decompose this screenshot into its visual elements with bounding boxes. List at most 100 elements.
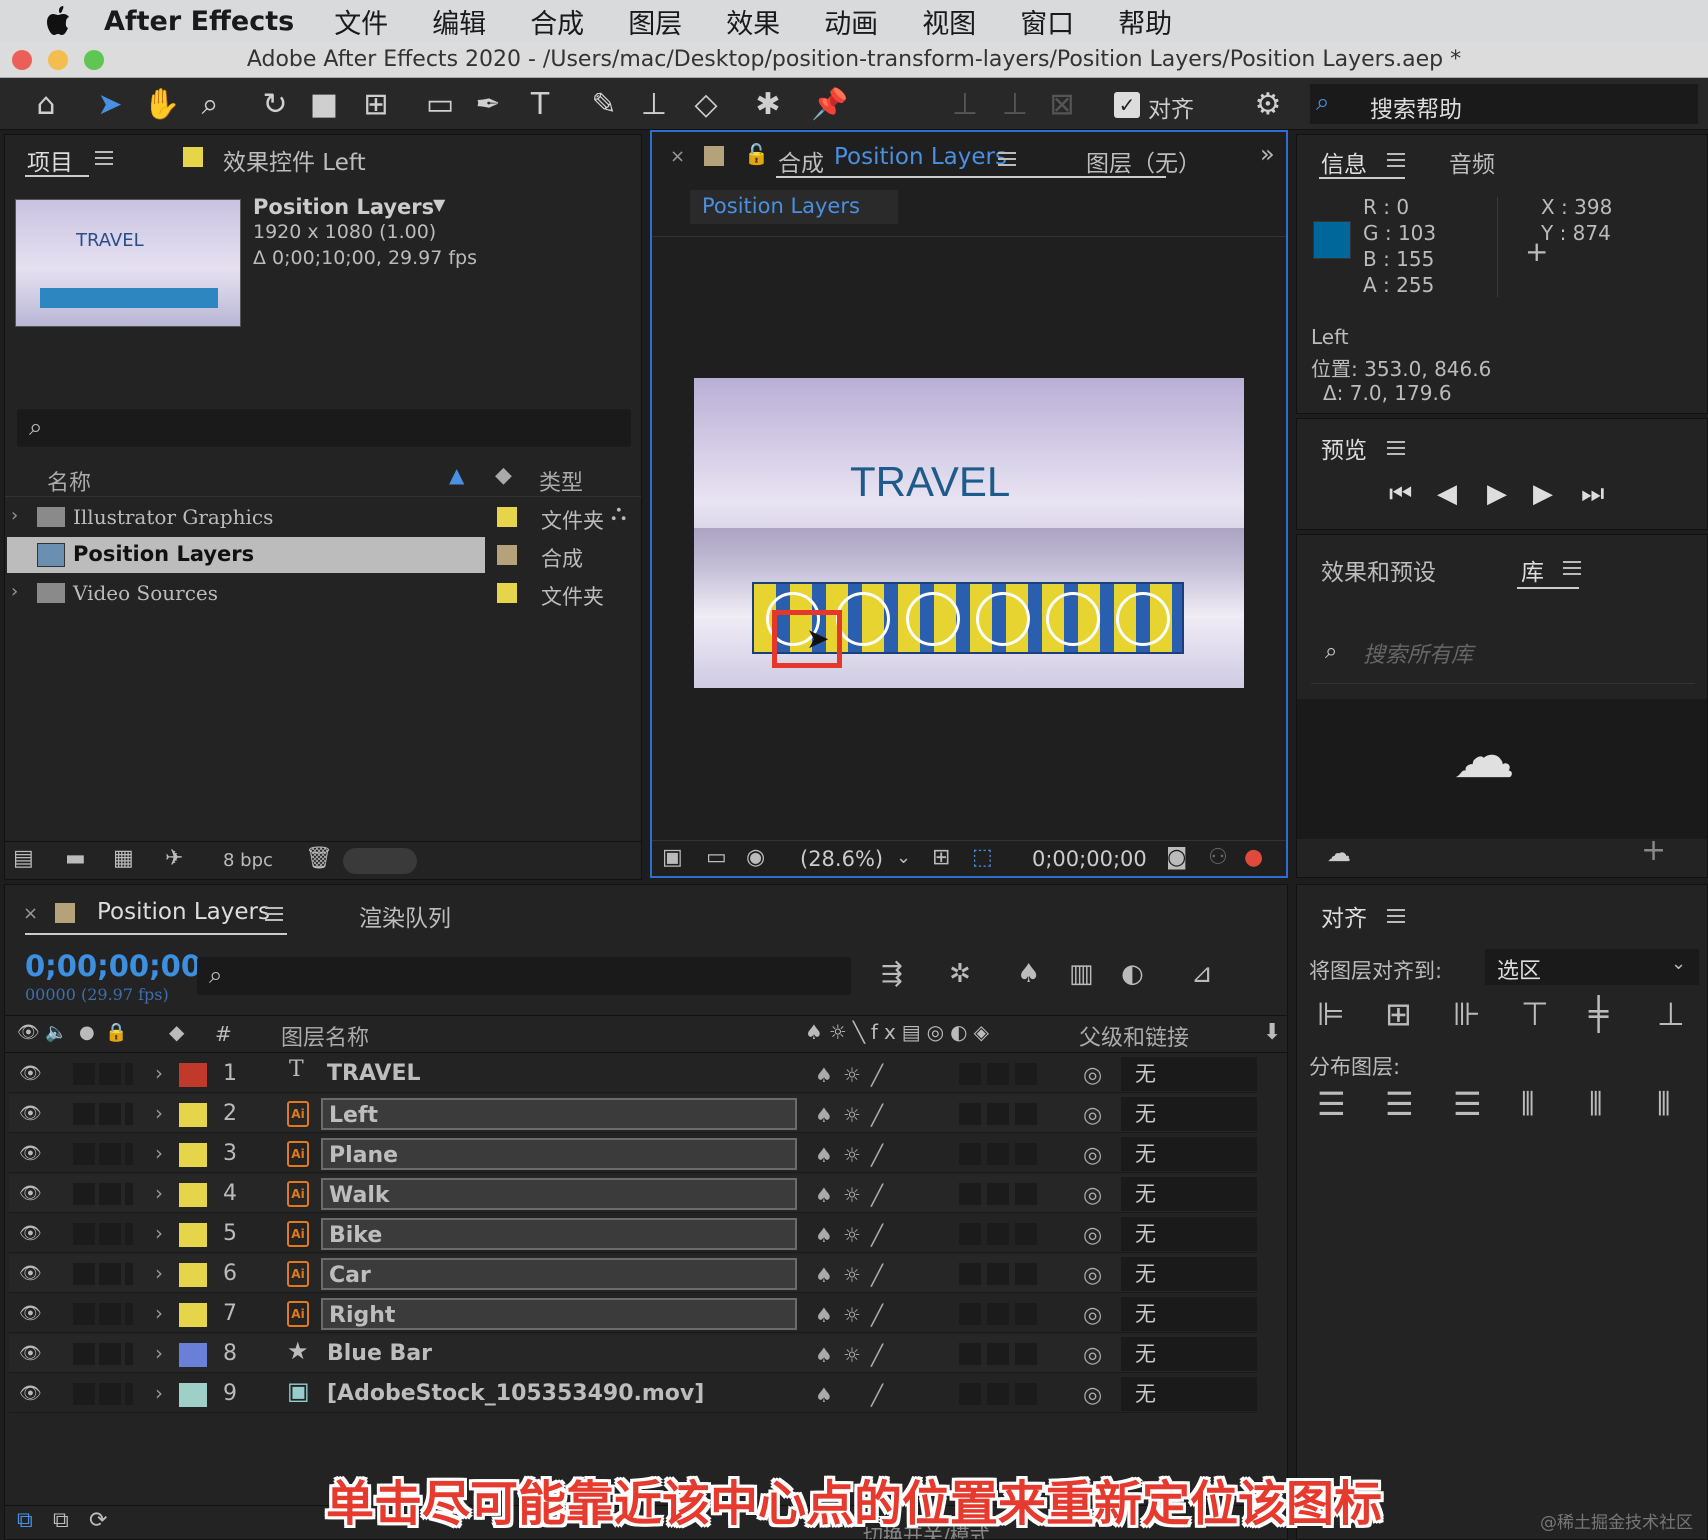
lock-icon[interactable]: 🔓 <box>744 142 769 166</box>
list-item[interactable]: › Video Sources 文件夹 <box>5 575 641 611</box>
label-swatch[interactable] <box>179 1223 207 1247</box>
collapse-switch-icon[interactable]: ☼ <box>843 1223 861 1247</box>
clone-stamp-tool-icon[interactable]: ⊥ <box>634 84 674 124</box>
menu-composition[interactable]: 合成 <box>530 2 584 41</box>
label-swatch[interactable] <box>179 1063 207 1087</box>
distribute-horizontal-center-icon[interactable]: ⫴ <box>1589 1085 1602 1124</box>
switch-cell[interactable] <box>1015 1223 1037 1245</box>
audio-toggle[interactable] <box>73 1223 95 1245</box>
switch-cell[interactable] <box>987 1383 1009 1405</box>
chevron-right-icon[interactable]: › <box>155 1301 163 1325</box>
switch-cell[interactable] <box>959 1143 981 1165</box>
table-row[interactable]: 👁 › 4 Ai Walk ♠ ☼ ╱ ◎ 无 <box>9 1175 1257 1213</box>
table-row[interactable]: 👁 › 1 T TRAVEL ♠ ☼ ╱ ◎ 无 <box>9 1055 1257 1093</box>
eye-icon[interactable]: 👁 <box>19 1343 45 1364</box>
eye-icon[interactable]: 👁 <box>19 1063 45 1084</box>
mask-visibility-icon[interactable]: ◉ <box>746 845 765 870</box>
distribute-top-icon[interactable]: ☰ <box>1317 1085 1346 1123</box>
eye-icon[interactable]: 👁 <box>19 1303 45 1324</box>
speaker-icon[interactable]: 🔈 <box>45 1022 67 1043</box>
close-icon[interactable]: × <box>23 903 38 924</box>
close-icon[interactable]: × <box>670 146 685 167</box>
tab-preview[interactable]: 预览 <box>1321 431 1367 465</box>
switch-cell[interactable] <box>1015 1343 1037 1365</box>
switch-cell[interactable] <box>959 1183 981 1205</box>
col-parent[interactable]: 父级和链接 <box>1079 1020 1189 1052</box>
label-swatch[interactable] <box>179 1263 207 1287</box>
shy-switch-icon[interactable]: ♠ <box>815 1103 833 1127</box>
rotate-tool-icon[interactable]: ↻ <box>255 84 295 124</box>
switch-cell[interactable] <box>987 1223 1009 1245</box>
plane-icon[interactable] <box>836 592 890 646</box>
flowchart-icon[interactable]: ✈ <box>165 846 183 871</box>
tab-layer[interactable]: 图层（无） <box>1086 144 1201 178</box>
switch-cell[interactable] <box>959 1303 981 1325</box>
parent-dropdown[interactable]: 无 <box>1121 1057 1257 1091</box>
tab-info[interactable]: 信息 <box>1321 145 1367 179</box>
align-right-icon[interactable]: ⊪ <box>1453 995 1481 1033</box>
audio-toggle[interactable] <box>73 1383 95 1405</box>
always-preview-icon[interactable]: ▣ <box>662 845 683 870</box>
audio-toggle[interactable] <box>73 1063 95 1085</box>
layer-name[interactable]: TRAVEL <box>321 1058 797 1090</box>
parent-dropdown[interactable]: 无 <box>1121 1297 1257 1331</box>
double-chevron-right-icon[interactable]: » <box>1260 140 1275 168</box>
chevron-right-icon[interactable]: › <box>11 505 18 526</box>
list-item[interactable]: › Illustrator Graphics 文件夹 ⛬ <box>5 499 641 535</box>
audio-toggle[interactable] <box>73 1343 95 1365</box>
switch-cell[interactable] <box>959 1263 981 1285</box>
shy-switch-icon[interactable]: ♠ <box>815 1303 833 1327</box>
list-item[interactable]: Position Layers 合成 <box>5 537 641 573</box>
menu-help[interactable]: 帮助 <box>1118 2 1172 41</box>
composition-canvas[interactable]: TRAVEL ➤ <box>694 378 1244 688</box>
chevron-down-icon[interactable]: ⌄ <box>896 847 911 868</box>
label-swatch[interactable] <box>179 1143 207 1167</box>
align-left-icon[interactable]: ⊫ <box>1317 995 1345 1033</box>
lock-toggle[interactable] <box>125 1183 133 1205</box>
tab-render-queue[interactable]: 渲染队列 <box>359 899 451 933</box>
solo-toggle[interactable] <box>99 1303 121 1325</box>
eye-icon[interactable]: 👁 <box>19 1223 45 1244</box>
graph-editor-icon[interactable]: ⊿ <box>1191 959 1213 989</box>
layer-name[interactable]: Right <box>321 1298 797 1330</box>
lock-toggle[interactable] <box>125 1343 133 1365</box>
pick-whip-icon[interactable]: ◎ <box>1083 1063 1102 1088</box>
table-row[interactable]: 👁 › 9 ▣ [AdobeStock_105353490.mov] ♠ ╱ ◎ 无 <box>9 1375 1257 1413</box>
eye-icon[interactable]: 👁 <box>17 1022 40 1043</box>
close-window-button[interactable] <box>12 50 32 70</box>
table-row[interactable]: 👁 › 8 ★ Blue Bar ♠ ☼ ╱ ◎ 无 <box>9 1335 1257 1373</box>
tab-composition[interactable]: Position Layers <box>834 144 1007 170</box>
label-swatch[interactable] <box>179 1183 207 1207</box>
chevron-down-icon[interactable]: ▼ <box>433 195 445 214</box>
collapse-switch-icon[interactable]: ☼ <box>843 1063 861 1087</box>
align-horizontal-center-icon[interactable]: ⊞ <box>1385 995 1412 1033</box>
menu-layer[interactable]: 图层 <box>628 2 682 41</box>
snapshot-icon[interactable]: ⚇ <box>1208 845 1228 870</box>
type-tool-icon[interactable]: T <box>520 84 560 124</box>
align-bottom-icon[interactable]: ⊥ <box>1657 995 1685 1033</box>
layer-name[interactable]: Car <box>321 1258 797 1290</box>
switch-cell[interactable] <box>987 1063 1009 1085</box>
solo-toggle[interactable] <box>99 1223 121 1245</box>
shy-switch-icon[interactable]: ♠ <box>815 1263 833 1287</box>
switch-cell[interactable] <box>959 1223 981 1245</box>
menu-view[interactable]: 视图 <box>922 2 976 41</box>
apple-icon[interactable] <box>38 1 78 41</box>
right-icon[interactable] <box>1116 592 1170 646</box>
label-swatch[interactable] <box>497 507 517 527</box>
cloud-sync-icon[interactable]: ☁ <box>1327 839 1351 867</box>
distribute-left-icon[interactable]: ⫴ <box>1521 1085 1534 1124</box>
lock-toggle[interactable] <box>125 1263 133 1285</box>
panel-menu-icon[interactable] <box>265 907 283 921</box>
shy-switch-icon[interactable]: ♠ <box>815 1183 833 1207</box>
switch-cell[interactable] <box>959 1063 981 1085</box>
parent-dropdown[interactable]: 无 <box>1121 1337 1257 1371</box>
eye-icon[interactable]: 👁 <box>19 1143 45 1164</box>
quality-switch-icon[interactable]: ╱ <box>871 1183 883 1207</box>
layer-name[interactable]: Blue Bar <box>321 1338 797 1370</box>
eraser-tool-icon[interactable]: ◇ <box>686 84 726 124</box>
new-folder-icon[interactable]: ▬ <box>65 846 86 871</box>
chevron-right-icon[interactable]: › <box>155 1261 163 1285</box>
chevron-right-icon[interactable]: › <box>155 1141 163 1165</box>
zoom-window-button[interactable] <box>84 50 104 70</box>
